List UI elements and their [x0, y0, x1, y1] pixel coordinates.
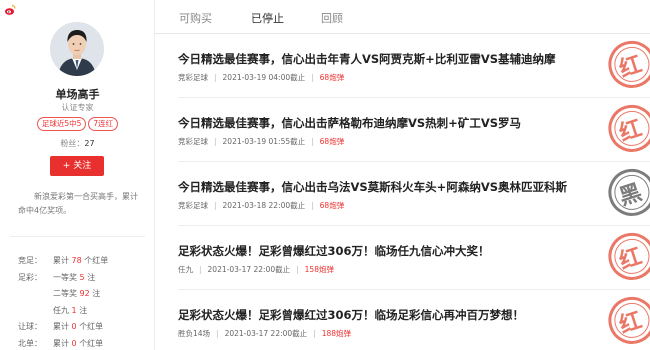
- tag-recent-record: 足球近5中5: [36, 117, 87, 131]
- result-stamp-icon: 红: [608, 40, 650, 88]
- stat-text: 累计: [53, 256, 69, 265]
- plan-type: 竞彩足球: [178, 73, 208, 82]
- weibo-logo-icon: [5, 4, 16, 15]
- tab-review[interactable]: 回顾: [321, 10, 343, 26]
- avatar[interactable]: [50, 22, 104, 76]
- plan-meta: 胜负14场 | 2021-03-17 22:00截止 | 188炮弹: [178, 329, 352, 338]
- plan-price: 68炮弹: [319, 73, 345, 82]
- svg-text:红: 红: [616, 51, 645, 83]
- stat-unit: 个红单: [79, 338, 104, 348]
- stat-num: 5: [79, 272, 85, 282]
- plan-deadline: 2021-03-17 22:00截止: [207, 265, 291, 274]
- tag-win-streak: 7连红: [88, 117, 119, 131]
- result-stamp-icon: 红: [608, 232, 650, 280]
- svg-text:红: 红: [616, 307, 645, 339]
- plan-price: 68炮弹: [319, 201, 345, 210]
- plan-item: 足彩状态火爆！足彩曾爆红过306万！临场足彩信心再冲百万梦想！ 胜负14场 | 20…: [178, 290, 650, 350]
- verify-label: 认证专家: [61, 103, 94, 112]
- result-stamp-icon: 黑: [608, 168, 650, 216]
- stat-num: 0: [71, 338, 77, 348]
- plan-deadline: 2021-03-19 04:00截止: [222, 73, 306, 82]
- stat-label: 让球：: [18, 322, 42, 331]
- divider: [10, 236, 145, 237]
- fans-number: 27: [84, 139, 95, 148]
- follow-button[interactable]: + 关注: [50, 156, 104, 176]
- stat-text: 一等奖: [53, 272, 77, 282]
- plan-type: 竞彩足球: [178, 137, 208, 146]
- plan-meta: 竞彩足球 | 2021-03-19 01:55截止 | 68炮弹: [178, 137, 345, 146]
- profile-name: 单场高手: [55, 88, 100, 101]
- stat-num: 0: [71, 322, 77, 331]
- stat-num: 92: [79, 289, 90, 298]
- stat-unit: 注: [87, 272, 96, 282]
- stat-label: 北单：: [18, 338, 42, 348]
- stat-unit: 注: [79, 305, 88, 315]
- plan-type: 竞彩足球: [178, 201, 208, 210]
- stat-num: 1: [71, 305, 77, 315]
- stat-text: 累计: [53, 338, 69, 348]
- plan-title-link[interactable]: 足彩状态火爆！足彩曾爆红过306万！临场任九信心冲大奖！: [178, 243, 490, 259]
- result-stamp-icon: 红: [608, 104, 650, 152]
- plan-item: 今日精选最佳赛事，信心出击年青人VS阿贾克斯+比利亚雷VS基辅迪纳摩 竞彩足球 |…: [178, 34, 650, 98]
- plan-tabs: 可购买 已停止 回顾: [155, 0, 650, 34]
- fans-count: 粉丝：27: [0, 138, 155, 149]
- profile-tags: 足球近5中5 7连红: [0, 117, 155, 131]
- stat-label: 竞足：: [18, 256, 42, 265]
- result-stamp-icon: 红: [608, 296, 650, 344]
- plan-meta: 竞彩足球 | 2021-03-18 22:00截止 | 68炮弹: [178, 201, 345, 210]
- tab-available[interactable]: 可购买: [179, 10, 212, 26]
- stat-text: 任九: [53, 305, 69, 315]
- plan-meta: 竞彩足球 | 2021-03-19 04:00截止 | 68炮弹: [178, 73, 345, 82]
- plan-deadline: 2021-03-18 22:00截止: [222, 201, 306, 210]
- plan-meta: 任九 | 2021-03-17 22:00截止 | 158炮弹: [178, 265, 334, 274]
- plan-item: 足彩状态火爆！足彩曾爆红过306万！临场任九信心冲大奖！ 任九 | 2021-03-…: [178, 226, 650, 290]
- plan-list: 今日精选最佳赛事，信心出击年青人VS阿贾克斯+比利亚雷VS基辅迪纳摩 竞彩足球 |…: [178, 34, 650, 350]
- plan-type: 任九: [178, 265, 193, 274]
- plan-title-link[interactable]: 今日精选最佳赛事，信心出击乌法VS莫斯科火车头+阿森纳VS奥林匹亚科斯: [178, 179, 567, 195]
- plan-item: 今日精选最佳赛事，信心出击萨格勒布迪纳摩VS热刺+矿工VS罗马 竞彩足球 | 202…: [178, 98, 650, 162]
- plan-price: 188炮弹: [321, 329, 352, 338]
- plan-price: 158炮弹: [304, 265, 334, 274]
- plan-title-link[interactable]: 今日精选最佳赛事，信心出击年青人VS阿贾克斯+比利亚雷VS基辅迪纳摩: [178, 51, 556, 67]
- plan-deadline: 2021-03-19 01:55截止: [222, 137, 306, 146]
- plan-item: 今日精选最佳赛事，信心出击乌法VS莫斯科火车头+阿森纳VS奥林匹亚科斯 竞彩足球…: [178, 162, 650, 226]
- stat-label: 足彩：: [18, 272, 42, 282]
- plan-type: 胜负14场: [178, 329, 211, 338]
- stat-text: 累计: [53, 322, 69, 331]
- profile-bio: 新浪爱彩第一合买高手，累计命中4亿奖项。: [18, 192, 138, 215]
- stat-num: 78: [71, 256, 82, 265]
- svg-text:红: 红: [616, 243, 645, 275]
- stat-unit: 个红单: [79, 322, 104, 331]
- plan-price: 68炮弹: [319, 137, 345, 146]
- profile-sidebar: 单场高手 认证专家 足球近5中5 7连红 粉丝：27 + 关注 新浪爱彩第一合买…: [0, 0, 155, 350]
- plan-title-link[interactable]: 足彩状态火爆！足彩曾爆红过306万！临场足彩信心再冲百万梦想！: [178, 307, 524, 323]
- plan-title-link[interactable]: 今日精选最佳赛事，信心出击萨格勒布迪纳摩VS热刺+矿工VS罗马: [178, 115, 521, 131]
- stat-unit: 个红单: [84, 256, 109, 265]
- fans-label: 粉丝：: [60, 139, 85, 148]
- avatar-image: [50, 22, 104, 76]
- plan-deadline: 2021-03-17 22:00截止: [224, 329, 308, 338]
- stat-text: 二等奖: [53, 289, 77, 298]
- tab-stopped[interactable]: 已停止: [251, 10, 284, 26]
- stat-unit: 注: [92, 289, 101, 298]
- svg-text:红: 红: [616, 115, 645, 147]
- svg-text:黑: 黑: [616, 180, 645, 211]
